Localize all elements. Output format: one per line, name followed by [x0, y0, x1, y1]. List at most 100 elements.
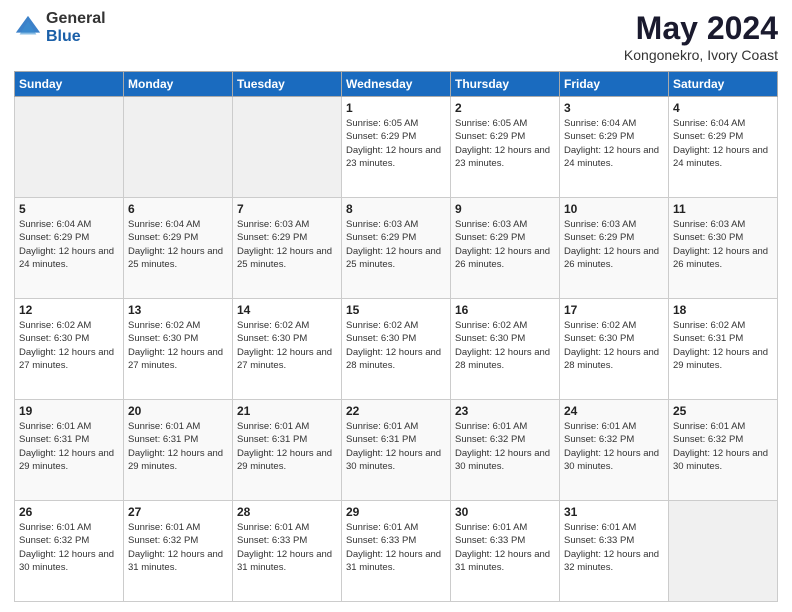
title-area: May 2024 Kongonekro, Ivory Coast [624, 10, 778, 63]
day-number: 19 [19, 404, 119, 418]
day-info: Sunrise: 6:01 AM Sunset: 6:33 PM Dayligh… [455, 521, 555, 574]
day-info: Sunrise: 6:02 AM Sunset: 6:30 PM Dayligh… [455, 319, 555, 372]
day-number: 9 [455, 202, 555, 216]
day-info: Sunrise: 6:04 AM Sunset: 6:29 PM Dayligh… [128, 218, 228, 271]
day-info: Sunrise: 6:01 AM Sunset: 6:31 PM Dayligh… [19, 420, 119, 473]
calendar-header-wednesday: Wednesday [342, 72, 451, 97]
calendar-week-row-3: 12Sunrise: 6:02 AM Sunset: 6:30 PM Dayli… [15, 299, 778, 400]
calendar-cell: 11 Sunrise: 6:03 AM Sunset: 6:30 PM Dayli… [669, 198, 778, 299]
day-info: Sunrise: 6:02 AM Sunset: 6:30 PM Dayligh… [19, 319, 119, 372]
day-info: Sunrise: 6:03 AM Sunset: 6:29 PM Dayligh… [564, 218, 664, 271]
day-info: Sunrise: 6:01 AM Sunset: 6:33 PM Dayligh… [346, 521, 446, 574]
calendar-header-saturday: Saturday [669, 72, 778, 97]
day-info: Sunrise: 6:02 AM Sunset: 6:31 PM Dayligh… [673, 319, 773, 372]
calendar-header-row: SundayMondayTuesdayWednesdayThursdayFrid… [15, 72, 778, 97]
day-number: 10 [564, 202, 664, 216]
day-info: Sunrise: 6:03 AM Sunset: 6:30 PM Dayligh… [673, 218, 773, 271]
calendar-header-thursday: Thursday [451, 72, 560, 97]
day-info: Sunrise: 6:01 AM Sunset: 6:31 PM Dayligh… [237, 420, 337, 473]
calendar-cell: 9 Sunrise: 6:03 AM Sunset: 6:29 PM Daylig… [451, 198, 560, 299]
calendar-week-row-2: 5 Sunrise: 6:04 AM Sunset: 6:29 PM Daylig… [15, 198, 778, 299]
month-title: May 2024 [624, 10, 778, 47]
calendar-week-row-4: 19 Sunrise: 6:01 AM Sunset: 6:31 PM Dayli… [15, 400, 778, 501]
day-number: 30 [455, 505, 555, 519]
day-info: Sunrise: 6:02 AM Sunset: 6:30 PM Dayligh… [346, 319, 446, 372]
calendar-week-row-5: 26 Sunrise: 6:01 AM Sunset: 6:32 PM Dayli… [15, 501, 778, 602]
calendar-cell: 3Sunrise: 6:04 AM Sunset: 6:29 PM Daylig… [560, 97, 669, 198]
day-number: 3 [564, 101, 664, 115]
logo-general-text: General [46, 10, 106, 28]
day-number: 1 [346, 101, 446, 115]
day-info: Sunrise: 6:02 AM Sunset: 6:30 PM Dayligh… [237, 319, 337, 372]
day-info: Sunrise: 6:02 AM Sunset: 6:30 PM Dayligh… [564, 319, 664, 372]
day-number: 15 [346, 303, 446, 317]
calendar-cell: 8Sunrise: 6:03 AM Sunset: 6:29 PM Daylig… [342, 198, 451, 299]
calendar-cell: 13 Sunrise: 6:02 AM Sunset: 6:30 PM Dayli… [124, 299, 233, 400]
calendar-cell: 12Sunrise: 6:02 AM Sunset: 6:30 PM Dayli… [15, 299, 124, 400]
logo-icon [14, 14, 42, 42]
page: General Blue May 2024 Kongonekro, Ivory … [0, 0, 792, 612]
calendar-cell [124, 97, 233, 198]
calendar-cell: 21 Sunrise: 6:01 AM Sunset: 6:31 PM Dayli… [233, 400, 342, 501]
calendar-table: SundayMondayTuesdayWednesdayThursdayFrid… [14, 71, 778, 602]
day-number: 11 [673, 202, 773, 216]
day-number: 24 [564, 404, 664, 418]
day-info: Sunrise: 6:05 AM Sunset: 6:29 PM Dayligh… [455, 117, 555, 170]
calendar-cell: 19 Sunrise: 6:01 AM Sunset: 6:31 PM Dayli… [15, 400, 124, 501]
day-number: 25 [673, 404, 773, 418]
calendar-cell: 23 Sunrise: 6:01 AM Sunset: 6:32 PM Dayli… [451, 400, 560, 501]
calendar-header-friday: Friday [560, 72, 669, 97]
calendar-cell: 7 Sunrise: 6:03 AM Sunset: 6:29 PM Daylig… [233, 198, 342, 299]
day-number: 4 [673, 101, 773, 115]
day-number: 2 [455, 101, 555, 115]
day-number: 18 [673, 303, 773, 317]
calendar-cell: 26 Sunrise: 6:01 AM Sunset: 6:32 PM Dayli… [15, 501, 124, 602]
day-number: 13 [128, 303, 228, 317]
logo-blue-text: Blue [46, 28, 106, 46]
day-number: 23 [455, 404, 555, 418]
location: Kongonekro, Ivory Coast [624, 47, 778, 63]
calendar-cell: 10 Sunrise: 6:03 AM Sunset: 6:29 PM Dayli… [560, 198, 669, 299]
calendar-cell: 31Sunrise: 6:01 AM Sunset: 6:33 PM Dayli… [560, 501, 669, 602]
day-info: Sunrise: 6:01 AM Sunset: 6:32 PM Dayligh… [673, 420, 773, 473]
day-info: Sunrise: 6:01 AM Sunset: 6:32 PM Dayligh… [19, 521, 119, 574]
day-info: Sunrise: 6:05 AM Sunset: 6:29 PM Dayligh… [346, 117, 446, 170]
calendar-cell: 15 Sunrise: 6:02 AM Sunset: 6:30 PM Dayli… [342, 299, 451, 400]
day-number: 21 [237, 404, 337, 418]
calendar-header-tuesday: Tuesday [233, 72, 342, 97]
day-number: 20 [128, 404, 228, 418]
calendar-cell: 20Sunrise: 6:01 AM Sunset: 6:31 PM Dayli… [124, 400, 233, 501]
day-info: Sunrise: 6:01 AM Sunset: 6:32 PM Dayligh… [564, 420, 664, 473]
calendar-cell: 29 Sunrise: 6:01 AM Sunset: 6:33 PM Dayli… [342, 501, 451, 602]
day-number: 5 [19, 202, 119, 216]
calendar-cell [15, 97, 124, 198]
day-number: 29 [346, 505, 446, 519]
calendar-cell: 27Sunrise: 6:01 AM Sunset: 6:32 PM Dayli… [124, 501, 233, 602]
day-info: Sunrise: 6:04 AM Sunset: 6:29 PM Dayligh… [673, 117, 773, 170]
calendar-cell: 24 Sunrise: 6:01 AM Sunset: 6:32 PM Dayli… [560, 400, 669, 501]
logo: General Blue [14, 10, 106, 45]
day-number: 26 [19, 505, 119, 519]
calendar-week-row-1: 1 Sunrise: 6:05 AM Sunset: 6:29 PM Daylig… [15, 97, 778, 198]
day-number: 7 [237, 202, 337, 216]
day-info: Sunrise: 6:03 AM Sunset: 6:29 PM Dayligh… [455, 218, 555, 271]
calendar-cell: 1 Sunrise: 6:05 AM Sunset: 6:29 PM Daylig… [342, 97, 451, 198]
calendar-cell [669, 501, 778, 602]
day-info: Sunrise: 6:01 AM Sunset: 6:33 PM Dayligh… [237, 521, 337, 574]
day-info: Sunrise: 6:02 AM Sunset: 6:30 PM Dayligh… [128, 319, 228, 372]
day-number: 6 [128, 202, 228, 216]
calendar-cell: 5 Sunrise: 6:04 AM Sunset: 6:29 PM Daylig… [15, 198, 124, 299]
day-info: Sunrise: 6:03 AM Sunset: 6:29 PM Dayligh… [237, 218, 337, 271]
calendar-cell: 14Sunrise: 6:02 AM Sunset: 6:30 PM Dayli… [233, 299, 342, 400]
calendar-header-monday: Monday [124, 72, 233, 97]
day-info: Sunrise: 6:01 AM Sunset: 6:32 PM Dayligh… [455, 420, 555, 473]
day-info: Sunrise: 6:01 AM Sunset: 6:33 PM Dayligh… [564, 521, 664, 574]
calendar-cell: 30 Sunrise: 6:01 AM Sunset: 6:33 PM Dayli… [451, 501, 560, 602]
calendar-cell: 22Sunrise: 6:01 AM Sunset: 6:31 PM Dayli… [342, 400, 451, 501]
calendar-cell: 16 Sunrise: 6:02 AM Sunset: 6:30 PM Dayli… [451, 299, 560, 400]
logo-text: General Blue [46, 10, 106, 45]
day-number: 22 [346, 404, 446, 418]
day-number: 16 [455, 303, 555, 317]
header: General Blue May 2024 Kongonekro, Ivory … [14, 10, 778, 63]
day-info: Sunrise: 6:04 AM Sunset: 6:29 PM Dayligh… [19, 218, 119, 271]
